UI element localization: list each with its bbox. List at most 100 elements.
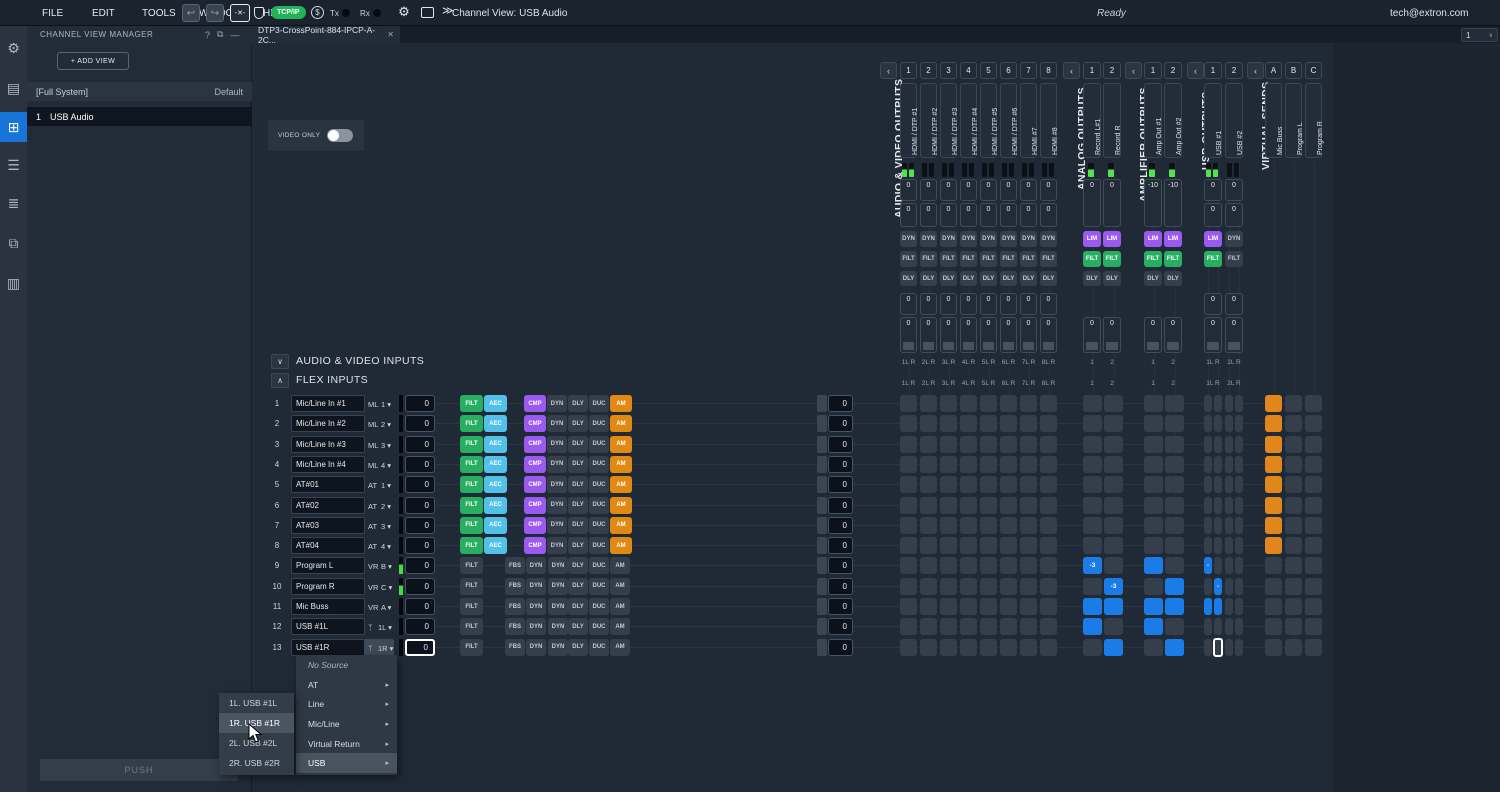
output-gain-fader[interactable]: 0 — [1225, 179, 1243, 201]
matrix-cell[interactable] — [1285, 436, 1302, 453]
input-trim-handle[interactable] — [817, 578, 827, 595]
matrix-cell[interactable] — [1265, 618, 1282, 635]
matrix-cell[interactable] — [980, 618, 997, 635]
matrix-cell-routed[interactable] — [1104, 598, 1123, 615]
output-trim-fader[interactable]: 0 — [1040, 317, 1057, 353]
fader-handle[interactable] — [1106, 342, 1118, 350]
matrix-cell[interactable] — [920, 456, 937, 473]
matrix-cell[interactable] — [1225, 537, 1233, 554]
matrix-cell-routed[interactable] — [1265, 415, 1282, 432]
matrix-cell[interactable] — [1040, 618, 1057, 635]
output-trim-fader[interactable]: 0 — [1000, 317, 1017, 353]
matrix-cell[interactable] — [1204, 456, 1212, 473]
matrix-cell[interactable] — [1104, 557, 1123, 574]
input-block-dyn[interactable]: DYN — [526, 618, 546, 635]
matrix-cell[interactable] — [960, 415, 977, 432]
matrix-cell[interactable] — [940, 415, 957, 432]
matrix-cell[interactable] — [1305, 517, 1322, 534]
matrix-cell[interactable] — [1040, 415, 1057, 432]
input-gain-field[interactable]: 0 — [405, 517, 435, 534]
source-menu-item[interactable]: Mic/Line▸ — [296, 714, 397, 734]
input-block-dyn[interactable]: DYN — [547, 395, 567, 412]
matrix-cell[interactable] — [1305, 395, 1322, 412]
input-block-dly[interactable]: DLY — [568, 618, 588, 635]
source-menu-item[interactable]: Line▸ — [296, 694, 397, 714]
matrix-cell[interactable] — [1204, 476, 1212, 493]
matrix-cell[interactable] — [1165, 497, 1184, 514]
output-block-filt[interactable]: FILT — [1000, 251, 1017, 267]
input-block-duc[interactable]: DUC — [589, 415, 609, 432]
output-trim-fader[interactable]: 0 — [1144, 317, 1162, 353]
input-port-selector[interactable]: B ▾ — [381, 562, 392, 571]
output-col-number[interactable]: 2 — [1103, 62, 1121, 79]
matrix-cell[interactable] — [1144, 476, 1163, 493]
output-block-filt[interactable]: FILT — [980, 251, 997, 267]
matrix-cell-focused[interactable] — [1213, 638, 1223, 657]
source-submenu-item[interactable]: 2R. USB #2R — [219, 753, 294, 773]
matrix-cell[interactable] — [1020, 598, 1037, 615]
input-trim-handle[interactable] — [817, 557, 827, 574]
input-name-field[interactable]: Mic/Line In #3 — [291, 436, 365, 453]
matrix-cell[interactable] — [980, 517, 997, 534]
input-trim-field[interactable]: 0 — [828, 395, 853, 412]
matrix-cell[interactable] — [940, 598, 957, 615]
matrix-cell[interactable] — [1305, 618, 1322, 635]
matrix-cell[interactable] — [1040, 578, 1057, 595]
input-block-dyn[interactable]: DYN — [548, 557, 568, 574]
matrix-cell[interactable] — [1225, 598, 1233, 615]
matrix-cell[interactable] — [1020, 517, 1037, 534]
matrix-cell[interactable] — [1285, 517, 1302, 534]
matrix-cell[interactable] — [900, 639, 917, 656]
matrix-cell-routed[interactable] — [1214, 598, 1222, 615]
output-trim-fader[interactable]: 0 — [920, 293, 937, 315]
matrix-cell[interactable] — [1204, 436, 1212, 453]
matrix-cell[interactable] — [1225, 456, 1233, 473]
output-trim-fader[interactable]: 0 — [940, 293, 957, 315]
output-trim-fader[interactable]: 0 — [1204, 317, 1222, 353]
matrix-cell[interactable] — [1000, 618, 1017, 635]
matrix-cell[interactable] — [1104, 497, 1123, 514]
input-block-aec[interactable]: AEC — [484, 497, 507, 514]
matrix-cell[interactable] — [1204, 517, 1212, 534]
output-block-dyn[interactable]: DYN — [920, 231, 937, 247]
matrix-cell[interactable] — [940, 497, 957, 514]
input-block-fbs[interactable]: FBS — [505, 578, 525, 595]
output-block-dly[interactable]: DLY — [920, 271, 937, 286]
matrix-cell[interactable] — [1040, 557, 1057, 574]
output-block-dly[interactable]: DLY — [980, 271, 997, 286]
matrix-cell[interactable] — [1020, 415, 1037, 432]
matrix-cell[interactable] — [1204, 415, 1212, 432]
input-block-aec[interactable]: AEC — [484, 476, 507, 493]
output-gain-fader[interactable]: 0 — [900, 203, 917, 227]
matrix-cell[interactable] — [1225, 517, 1233, 534]
matrix-cell[interactable] — [1285, 598, 1302, 615]
output-gain-fader[interactable]: 0 — [1040, 203, 1057, 227]
matrix-cell[interactable] — [1305, 415, 1322, 432]
menu-tools[interactable]: TOOLS — [136, 0, 182, 26]
matrix-cell[interactable] — [1204, 578, 1212, 595]
matrix-cell[interactable] — [1235, 639, 1243, 656]
input-block-aec[interactable]: AEC — [484, 537, 507, 554]
matrix-cell[interactable] — [1144, 537, 1163, 554]
fader-handle[interactable] — [1003, 342, 1014, 350]
matrix-cell[interactable] — [960, 618, 977, 635]
matrix-cell[interactable] — [1144, 415, 1163, 432]
input-block-duc[interactable]: DUC — [589, 476, 609, 493]
input-block-aec[interactable]: AEC — [484, 395, 507, 412]
matrix-cell[interactable] — [1040, 639, 1057, 656]
matrix-cell[interactable] — [1305, 436, 1322, 453]
matrix-cell-routed[interactable] — [1204, 598, 1212, 615]
input-block-dyn[interactable]: DYN — [547, 476, 567, 493]
output-gain-fader[interactable]: 0 — [940, 179, 957, 201]
output-block-dyn[interactable]: DYN — [980, 231, 997, 247]
output-gain-fader[interactable]: 0 — [1103, 179, 1121, 227]
output-col-number[interactable]: 6 — [1000, 62, 1017, 79]
input-trim-field[interactable]: 0 — [828, 639, 853, 656]
input-block-dyn[interactable]: DYN — [548, 639, 568, 656]
matrix-cell[interactable] — [1285, 415, 1302, 432]
matrix-cell[interactable] — [1235, 415, 1243, 432]
matrix-cell[interactable] — [1204, 497, 1212, 514]
matrix-cell-routed[interactable] — [1265, 537, 1282, 554]
output-gain-fader[interactable]: -10 — [1144, 179, 1162, 227]
matrix-cell[interactable] — [1020, 497, 1037, 514]
